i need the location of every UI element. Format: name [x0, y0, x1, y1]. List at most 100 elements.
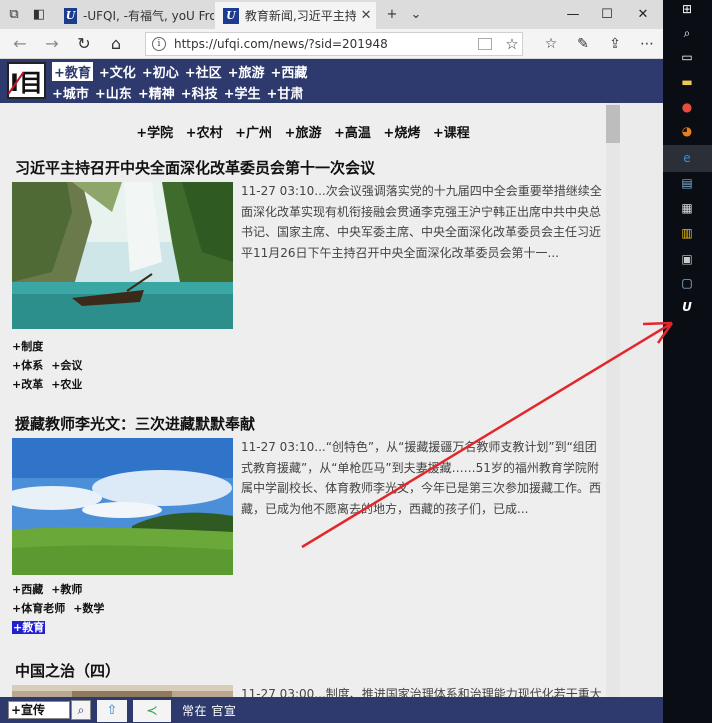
more-options-icon[interactable]: ⋯ — [634, 33, 660, 55]
vertical-scrollbar[interactable] — [606, 103, 620, 697]
tab-bar: ⧉ ◧ U -UFQI, -有福气, yoU Frotly C U 教育新闻,习… — [0, 0, 663, 29]
nav-link-city[interactable]: +城市 — [52, 83, 89, 102]
pen-notes-icon[interactable]: ✎ — [570, 33, 596, 55]
category-row: +学院 +农村 +广州 +旅游 +高温 +烧烤 +课程 — [0, 122, 606, 141]
minimize-button[interactable]: — — [556, 0, 590, 29]
category-link[interactable]: +农村 — [186, 126, 223, 141]
article-image-interior[interactable] — [12, 685, 233, 697]
tag-link[interactable]: +体系 — [12, 359, 43, 372]
new-tab-icon[interactable]: + — [382, 5, 402, 25]
bottom-search-input[interactable]: +宣传 — [8, 701, 70, 719]
tag-link[interactable]: +制度 — [12, 340, 43, 353]
article-image-waterfall[interactable] — [12, 182, 233, 329]
maximize-button[interactable]: ☐ — [590, 0, 624, 29]
article-title[interactable]: 习近平主持召开中央全面深化改革委员会第十一次会议 — [15, 157, 604, 178]
calculator-icon[interactable]: ▦ — [678, 199, 696, 217]
windows-start-icon[interactable]: ⊞ — [678, 0, 696, 18]
search-icon[interactable]: ⌕ — [678, 24, 696, 42]
home-icon[interactable]: ⌂ — [104, 33, 128, 55]
share-icon[interactable]: ⇪ — [602, 33, 628, 55]
tag-line: +西藏 +教师 — [12, 580, 112, 599]
article-title[interactable]: 援藏教师李光文：三次进藏默默奉献 — [15, 413, 604, 434]
wechat-share-icon[interactable]: ≺ — [133, 700, 171, 722]
share-icon[interactable]: ⇧ — [97, 700, 127, 722]
nav-link-community[interactable]: +社区 — [185, 62, 222, 81]
paint-icon[interactable]: ◕ — [678, 122, 696, 140]
nav-link-spirit[interactable]: +精神 — [138, 83, 175, 102]
reading-view-icon[interactable] — [478, 38, 492, 50]
tag-link[interactable]: +西藏 — [12, 583, 43, 596]
article-summary: 11-27 03:10...次会议强调落实党的十九届四中全会重要举措继续全面深化… — [241, 184, 602, 260]
nav-link-culture[interactable]: +文化 — [99, 62, 136, 81]
article-image-meadow[interactable] — [12, 438, 233, 585]
nav-link-education[interactable]: +教育 — [52, 62, 93, 81]
tag-link[interactable]: +会议 — [51, 359, 82, 372]
search-icon[interactable]: ⌕ — [71, 700, 91, 720]
favorites-hub-icon[interactable]: ☆ — [538, 33, 564, 55]
tag-link[interactable]: +教师 — [51, 583, 82, 596]
tab-title: 教育新闻,习近平主持召: — [244, 9, 357, 23]
nav-link-shandong[interactable]: +山东 — [95, 83, 132, 102]
tab-manager-icon[interactable]: ⧉ — [4, 5, 24, 25]
nav-link-original-aspiration[interactable]: +初心 — [142, 62, 179, 81]
tag-link[interactable]: +数学 — [73, 602, 104, 615]
terminal-icon[interactable]: ▣ — [678, 250, 696, 268]
category-link[interactable]: +学院 — [136, 126, 173, 141]
tag-line: +制度 — [12, 337, 90, 356]
article-item: 习近平主持召开中央全面深化改革委员会第十一次会议 11-27 03:10...次… — [12, 157, 604, 391]
scroll-thumb[interactable] — [606, 105, 620, 143]
task-view-icon[interactable]: ▭ — [678, 48, 696, 66]
site-header: I目 +教育 +文化 +初心 +社区 +旅游 +西藏 +城市 +山东 +精神 +… — [0, 59, 663, 103]
file-explorer-icon[interactable]: ▬ — [678, 73, 696, 91]
category-link[interactable]: +烧烤 — [383, 126, 420, 141]
navigation-bar: ← → ↻ ⌂ i https://ufqi.com/news/?sid=201… — [0, 29, 663, 59]
tag-line: +改革 +农业 — [12, 375, 90, 394]
back-arrow-icon[interactable]: ← — [8, 33, 32, 55]
category-link[interactable]: +高温 — [334, 126, 371, 141]
tag-link[interactable]: +农业 — [51, 378, 82, 391]
close-window-button[interactable]: ✕ — [626, 0, 660, 29]
nav-link-gansu[interactable]: +甘肃 — [267, 83, 304, 102]
tab-preview-icon[interactable]: ◧ — [29, 5, 49, 25]
tag-line: +体系 +会议 — [12, 356, 90, 375]
category-link[interactable]: +广州 — [235, 126, 272, 141]
ufqi-favicon-icon: U — [223, 7, 239, 24]
refresh-icon[interactable]: ↻ — [72, 33, 96, 55]
main-content: +学院 +农村 +广州 +旅游 +高温 +烧烤 +课程 习近平主持召开中央全面深… — [0, 103, 606, 697]
windows-taskbar: ⊞ ⌕ ▭ ▬ ● ◕ e ▤ ▦ ▥ ▣ ▢ U — [663, 0, 712, 723]
site-logo[interactable]: I目 — [7, 62, 46, 99]
nav-link-students[interactable]: +学生 — [224, 83, 261, 102]
nav-link-technology[interactable]: +科技 — [181, 83, 218, 102]
nav-link-tibet[interactable]: +西藏 — [271, 62, 308, 81]
tag-line: +体育老师 +数学 — [12, 599, 112, 618]
media-player-icon[interactable]: ▢ — [678, 274, 696, 292]
tab-news-active[interactable]: U 教育新闻,习近平主持召: ✕ — [215, 2, 376, 29]
screen-capture-icon[interactable]: ▤ — [678, 174, 696, 192]
chrome-icon[interactable]: ● — [678, 98, 696, 116]
header-nav-row-1: +教育 +文化 +初心 +社区 +旅游 +西藏 — [52, 62, 307, 81]
article-item: 中国之治（四） 11-27 03:00...制度、推进国家治理体系和治理能力现代… — [12, 660, 604, 697]
site-info-icon[interactable]: i — [152, 37, 166, 51]
article-title[interactable]: 中国之治（四） — [15, 660, 604, 681]
close-icon[interactable]: ✕ — [356, 8, 376, 23]
address-bar[interactable]: i https://ufqi.com/news/?sid=201948 ☆ — [145, 32, 523, 56]
article-summary: 11-27 03:10...“创特色”，从“援藏援疆万名教师支教计划”到“组团式… — [241, 440, 602, 516]
category-link[interactable]: +旅游 — [285, 126, 322, 141]
nav-link-travel[interactable]: +旅游 — [228, 62, 265, 81]
chevron-down-icon[interactable]: ⌄ — [406, 5, 426, 25]
tab-ufqi-home[interactable]: U -UFQI, -有福气, yoU Frotly C — [56, 2, 214, 29]
article-item: 援藏教师李光文：三次进藏默默奉献 11-27 03:10...“创特色”，从“援… — [12, 413, 604, 634]
tag-link[interactable]: +体育老师 — [12, 602, 65, 615]
category-link[interactable]: +课程 — [433, 126, 470, 141]
header-nav-row-2: +城市 +山东 +精神 +科技 +学生 +甘肃 — [52, 83, 303, 102]
browser-window: ⧉ ◧ U -UFQI, -有福气, yoU Frotly C U 教育新闻,习… — [0, 0, 663, 723]
ufqi-app-icon[interactable]: U — [678, 298, 696, 316]
tag-link-highlighted[interactable]: +教育 — [12, 621, 46, 634]
favorite-star-icon[interactable]: ☆ — [502, 35, 522, 53]
notepad-icon[interactable]: ▥ — [678, 224, 696, 242]
edge-icon[interactable]: e — [678, 149, 696, 167]
tab-title: -UFQI, -有福气, yoU Frotly C — [83, 9, 214, 23]
forward-arrow-icon[interactable]: → — [40, 33, 64, 55]
url-text[interactable]: https://ufqi.com/news/?sid=201948 — [174, 37, 478, 51]
tag-link[interactable]: +改革 — [12, 378, 43, 391]
